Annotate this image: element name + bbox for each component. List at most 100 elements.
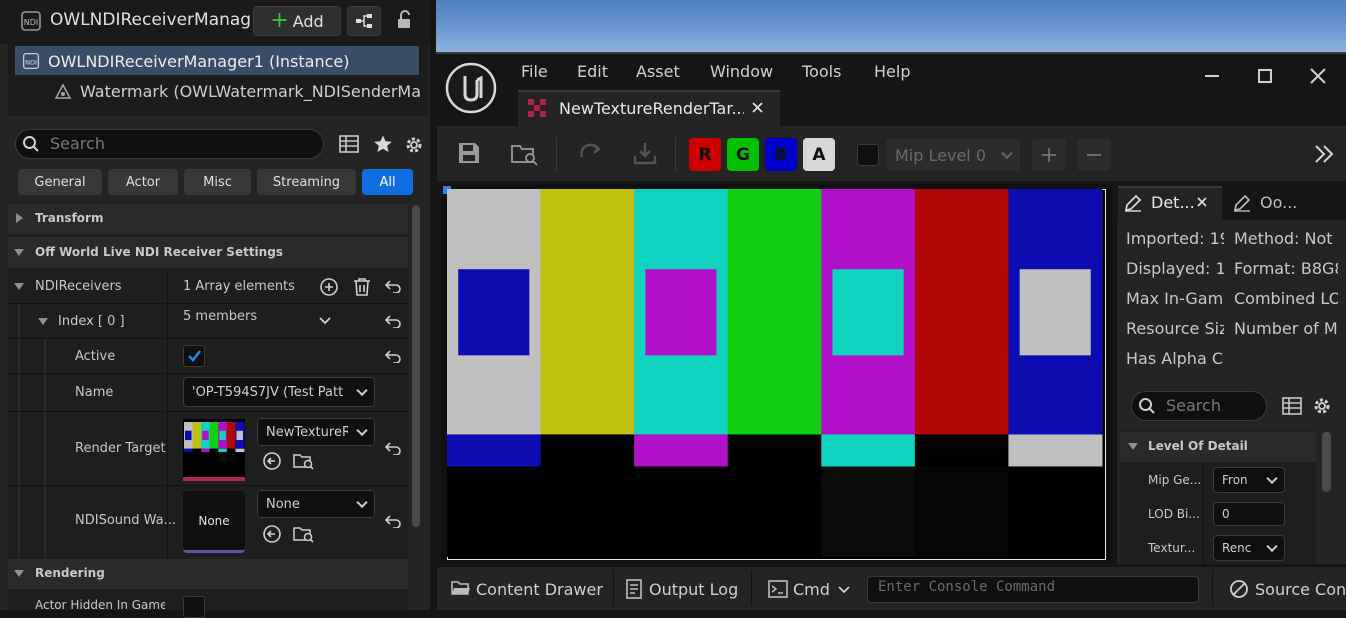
- texture-asset-icon: [528, 99, 548, 117]
- indent-guide: [44, 339, 46, 558]
- menu-window[interactable]: Window: [710, 62, 773, 81]
- mip-increase-button[interactable]: [1032, 139, 1066, 171]
- hierarchy-button[interactable]: [347, 6, 381, 36]
- reset-arrow-icon[interactable]: [385, 514, 401, 528]
- ndi-sound-thumbnail[interactable]: None: [183, 491, 245, 553]
- row-separator: [8, 485, 408, 486]
- use-selected-icon[interactable]: [262, 524, 282, 544]
- browse-folder-icon[interactable]: [293, 524, 315, 544]
- row-separator: [8, 373, 408, 374]
- prop-texture-group-dropdown[interactable]: Renc: [1213, 535, 1285, 561]
- details-search-placeholder: Search: [50, 134, 105, 153]
- menu-edit[interactable]: Edit: [577, 62, 608, 81]
- prop-mip-gen-dropdown[interactable]: Fron: [1213, 467, 1285, 493]
- mip-level-dropdown[interactable]: Mip Level 0: [886, 139, 1020, 171]
- mip-decrease-button[interactable]: [1077, 139, 1111, 171]
- channel-g-button[interactable]: G: [727, 138, 759, 171]
- save-icon[interactable]: [458, 142, 480, 164]
- actor-hidden-checkbox[interactable]: [183, 596, 205, 618]
- close-window-icon[interactable]: [1310, 68, 1326, 84]
- filter-general[interactable]: General: [18, 169, 102, 195]
- thumb-inner-block: [219, 430, 226, 441]
- browse-asset-icon[interactable]: [511, 142, 539, 166]
- content-drawer-icon: [451, 579, 471, 597]
- thumb-mid-bar: [192, 448, 202, 453]
- prop-mip-gen-label: Mip Ge...: [1148, 473, 1200, 487]
- filter-all[interactable]: All: [362, 169, 413, 195]
- prop-lod-bias-input[interactable]: 0: [1213, 502, 1285, 526]
- section-rendering-label: Rendering: [35, 566, 105, 580]
- table-view-icon[interactable]: [1282, 397, 1302, 415]
- unreal-logo-icon: [445, 62, 497, 114]
- side-tab-other-label[interactable]: Oo...: [1260, 193, 1297, 212]
- side-scrollbar[interactable]: [1322, 432, 1331, 492]
- import-icon[interactable]: [632, 141, 658, 167]
- details-scrollbar[interactable]: [412, 205, 420, 527]
- index-label: Index [ 0 ]: [58, 314, 125, 329]
- reset-arrow-icon[interactable]: [385, 314, 401, 328]
- filter-streaming[interactable]: Streaming: [257, 169, 356, 195]
- tree-item-watermark[interactable]: Watermark (OWLWatermark_NDISenderMan: [80, 82, 420, 101]
- mip-checkbox[interactable]: [857, 144, 879, 166]
- filter-actor[interactable]: Actor: [108, 169, 178, 195]
- name-dropdown[interactable]: 'OP-T594S7JV (Test Patt: [183, 377, 375, 407]
- pattern-top-bar: [914, 189, 1009, 435]
- source-control-button[interactable]: Source Con: [1255, 580, 1346, 599]
- pattern-mid-bar: [540, 434, 635, 467]
- table-view-icon[interactable]: [339, 135, 359, 153]
- info-imported: Imported: 19: [1126, 229, 1224, 248]
- info-max-ingame: Max In-Game: [1126, 289, 1224, 308]
- menu-file[interactable]: File: [521, 62, 548, 81]
- settings-gear-icon[interactable]: [404, 135, 424, 155]
- render-target-dropdown[interactable]: NewTextureR: [257, 418, 375, 446]
- side-tab-details-label: Det...: [1151, 193, 1195, 212]
- close-tab-icon[interactable]: [1197, 197, 1207, 207]
- lock-icon[interactable]: [396, 10, 414, 30]
- reimport-icon[interactable]: [578, 141, 604, 167]
- use-selected-icon[interactable]: [262, 451, 282, 471]
- active-checkbox[interactable]: [183, 345, 205, 367]
- bottom-separator: [1212, 570, 1213, 606]
- collapse-arrow-icon: [38, 318, 48, 325]
- render-target-thumbnail[interactable]: [183, 419, 245, 481]
- pattern-bottom-bar: [914, 466, 1009, 557]
- trash-icon[interactable]: [353, 277, 371, 297]
- ndi-receivers-label: NDIReceivers: [35, 279, 122, 294]
- add-element-icon[interactable]: [319, 277, 339, 297]
- browse-folder-icon[interactable]: [293, 451, 315, 471]
- channel-r-button[interactable]: R: [689, 138, 721, 171]
- info-has-alpha: Has Alpha Ch: [1126, 349, 1224, 368]
- test-pattern-image: [447, 189, 1106, 560]
- toolbar-overflow-icon[interactable]: [1313, 143, 1335, 165]
- chevron-down-icon[interactable]: [319, 315, 331, 327]
- actor-title: OWLNDIReceiverManage: [50, 10, 250, 30]
- close-tab-icon[interactable]: [752, 102, 763, 113]
- menu-help[interactable]: Help: [874, 62, 910, 81]
- menu-tools[interactable]: Tools: [802, 62, 841, 81]
- reset-arrow-icon[interactable]: [385, 279, 401, 293]
- menu-asset[interactable]: Asset: [636, 62, 680, 81]
- ndi-sound-dropdown[interactable]: None: [257, 490, 375, 518]
- filter-misc[interactable]: Misc: [184, 169, 251, 195]
- maximize-icon[interactable]: [1258, 69, 1272, 83]
- chevron-down-icon: [356, 384, 368, 397]
- chevron-down-icon[interactable]: [838, 584, 850, 596]
- settings-gear-icon[interactable]: [1312, 396, 1332, 416]
- section-lod-label: Level Of Detail: [1148, 439, 1248, 453]
- info-resource-size: Resource Siz: [1126, 319, 1224, 338]
- star-icon[interactable]: [373, 135, 393, 153]
- channel-b-button[interactable]: B: [765, 138, 797, 171]
- output-log-button[interactable]: Output Log: [649, 580, 738, 599]
- side-search-placeholder: Search: [1166, 396, 1221, 415]
- cmd-dropdown[interactable]: Cmd: [793, 580, 830, 599]
- pattern-mid-bar: [727, 434, 822, 467]
- channel-a-button[interactable]: A: [803, 138, 835, 171]
- editor-tab-label: NewTextureRenderTar...: [559, 99, 744, 118]
- minimize-icon[interactable]: [1205, 75, 1219, 77]
- reset-arrow-icon[interactable]: [385, 441, 401, 455]
- terminal-icon: [768, 580, 788, 598]
- reset-arrow-icon[interactable]: [385, 349, 401, 363]
- thumb-inner-block: [185, 430, 192, 441]
- add-button[interactable]: + Add: [253, 6, 341, 36]
- content-drawer-button[interactable]: Content Drawer: [476, 580, 603, 599]
